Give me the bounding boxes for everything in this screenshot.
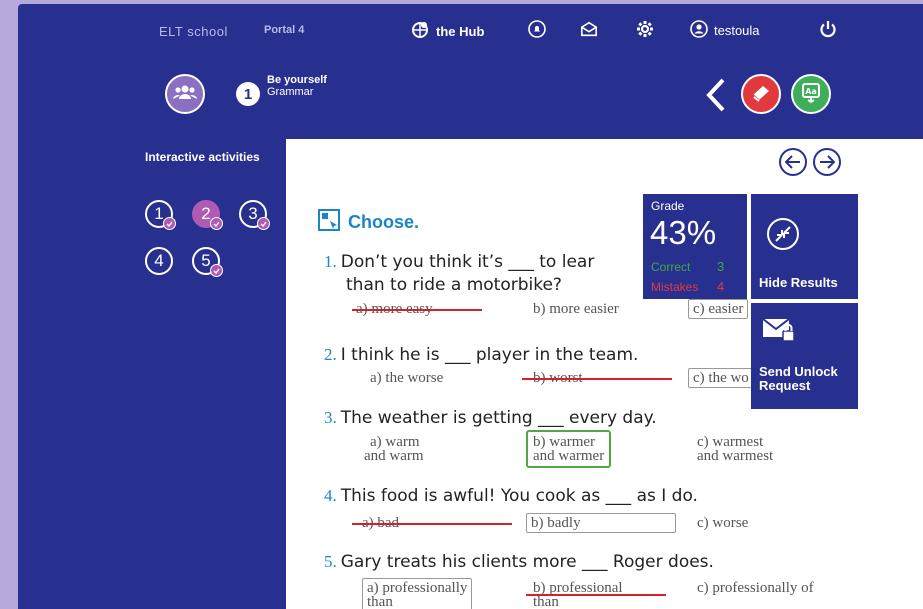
completed-check-icon xyxy=(210,217,223,230)
prev-page-button[interactable] xyxy=(779,148,807,176)
collapse-icon xyxy=(765,216,801,257)
book-icon xyxy=(750,82,772,107)
completed-check-icon xyxy=(257,217,270,230)
exercise-title: Choose. xyxy=(348,212,420,232)
class-group-button[interactable] xyxy=(165,74,205,114)
unit-number: 1 xyxy=(236,82,260,106)
completed-check-icon xyxy=(163,217,176,230)
completed-check-icon xyxy=(210,264,223,277)
back-chevron-icon[interactable] xyxy=(701,76,731,114)
portal-name: Portal 4 xyxy=(264,24,305,36)
activity-button-4[interactable]: 4 xyxy=(145,247,173,275)
dictionary-icon: Aa xyxy=(800,81,822,108)
wrong-answer-strike xyxy=(352,309,482,311)
next-page-button[interactable] xyxy=(813,148,841,176)
mistakes-label: Mistakes xyxy=(651,280,699,294)
question-5: 5. Gary treats his clients more ___ Roger… xyxy=(324,552,714,572)
send-unlock-request-button[interactable]: Send Unlock Request xyxy=(751,303,858,409)
option-2a[interactable]: a) the worse xyxy=(370,371,443,386)
correct-count: 3 xyxy=(717,259,725,274)
exercise-heading: Choose. xyxy=(318,209,419,236)
app-frame: ELT school Portal 4 the Hub testoula 1 B… xyxy=(18,4,923,609)
bell-icon[interactable] xyxy=(528,20,546,38)
sidebar-title: Interactive activities xyxy=(145,150,260,164)
option-3a[interactable]: a) warm and warm xyxy=(364,435,424,464)
gear-icon[interactable] xyxy=(636,20,654,38)
hide-results-button[interactable]: Hide Results xyxy=(751,194,858,299)
top-bar: ELT school Portal 4 the Hub testoula xyxy=(18,4,923,54)
option-5a[interactable]: a) professionally than xyxy=(362,578,473,609)
username: testoula xyxy=(714,23,760,38)
mistakes-count: 4 xyxy=(717,279,725,294)
user-icon xyxy=(690,20,708,41)
option-4b[interactable]: b) badly xyxy=(526,513,676,533)
mail-icon[interactable] xyxy=(580,20,598,38)
dictionary-button[interactable]: Aa xyxy=(791,74,831,114)
book-button[interactable] xyxy=(741,74,781,114)
question-3: 3. The weather is getting ___ every day. xyxy=(324,408,657,428)
hub-icon xyxy=(410,20,430,43)
grade-value: 43% xyxy=(650,214,717,251)
hub-label: the Hub xyxy=(436,24,485,39)
option-3b-correct[interactable]: b) warmer and warmer xyxy=(526,430,612,468)
activity-button-3[interactable]: 3 xyxy=(239,200,270,230)
school-name: ELT school xyxy=(159,24,228,39)
activity-button-5[interactable]: 5 xyxy=(192,247,223,277)
question-1: 1. Don’t you think it’s ___ to lear xyxy=(324,252,595,272)
unit-title: Be yourself xyxy=(267,74,327,86)
wrong-answer-strike xyxy=(352,523,512,525)
user-menu[interactable]: testoula xyxy=(690,20,760,41)
option-3c[interactable]: c) warmest and warmest xyxy=(697,435,773,464)
hub-link[interactable]: the Hub xyxy=(410,20,484,43)
correct-label: Correct xyxy=(651,260,691,274)
option-1b[interactable]: b) more easier xyxy=(533,302,619,317)
svg-text:Aa: Aa xyxy=(805,87,817,96)
hide-results-label: Hide Results xyxy=(759,275,838,290)
power-icon[interactable] xyxy=(819,20,837,38)
activity-button-1[interactable]: 1 xyxy=(145,200,176,230)
grade-box: Grade 43% Correct 3 Mistakes 4 xyxy=(643,194,747,299)
question-1-line-2: than to ride a motorbike? xyxy=(346,275,562,295)
group-icon xyxy=(173,84,197,105)
unit-subtitle: Grammar xyxy=(267,86,314,98)
grade-label: Grade xyxy=(651,199,685,213)
results-panel: Grade 43% Correct 3 Mistakes 4 Hide Resu… xyxy=(643,194,858,409)
option-4c[interactable]: c) worse xyxy=(697,516,748,531)
send-unlock-request-label: Send Unlock Request xyxy=(759,364,838,393)
activity-button-2[interactable]: 2 xyxy=(192,200,223,230)
option-5c[interactable]: c) professionally of xyxy=(697,581,814,596)
question-2: 2. I think he is ___ player in the team. xyxy=(324,345,639,365)
question-4: 4. This food is awful! You cook as ___ as… xyxy=(324,486,698,506)
wrong-answer-strike xyxy=(526,594,666,596)
choose-icon xyxy=(318,209,340,236)
mail-lock-icon xyxy=(761,315,797,350)
